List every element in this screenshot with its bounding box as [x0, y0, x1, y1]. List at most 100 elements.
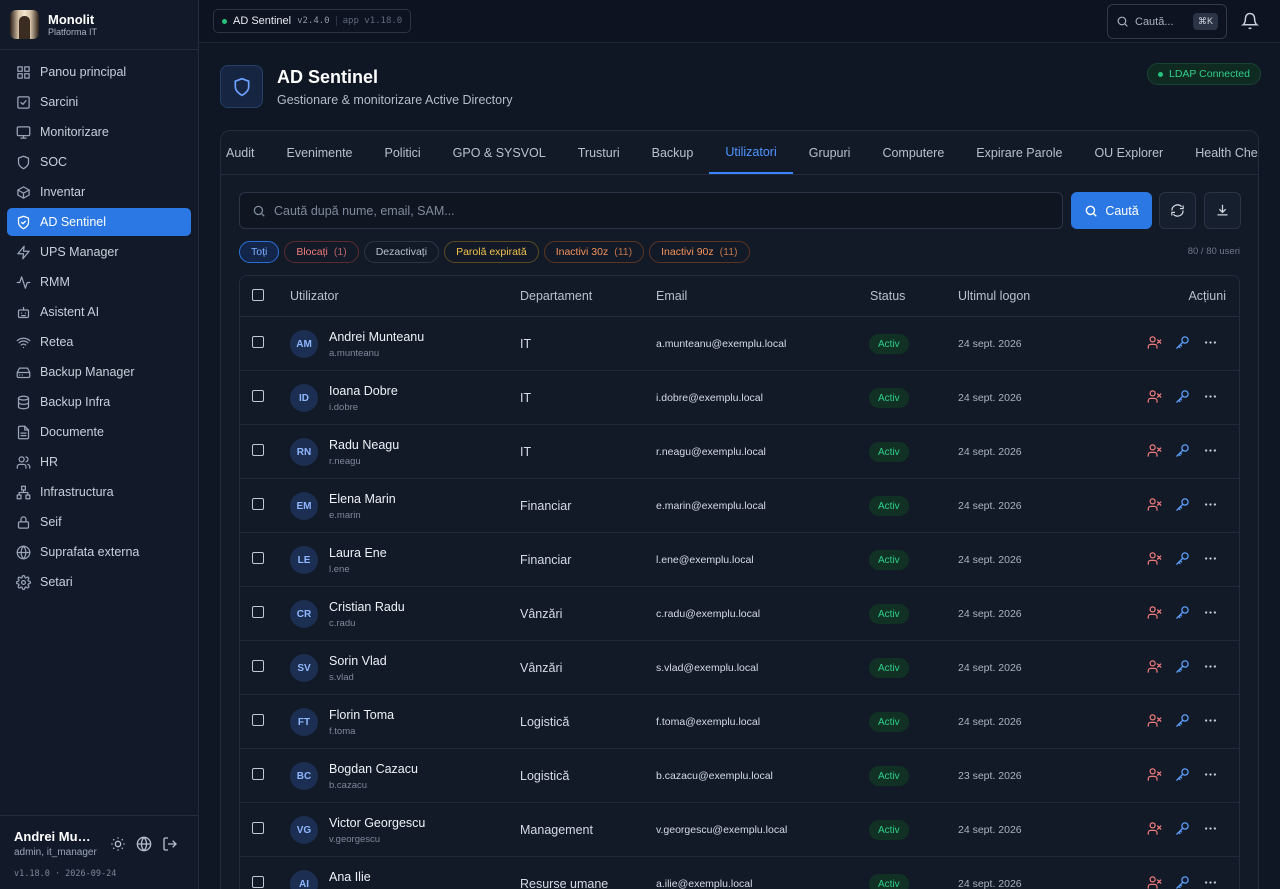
- user-display-name[interactable]: Ana Ilie: [329, 870, 371, 884]
- key-icon[interactable]: [1175, 767, 1191, 783]
- user-display-name[interactable]: Sorin Vlad: [329, 654, 387, 668]
- row-checkbox[interactable]: [252, 444, 264, 456]
- row-checkbox[interactable]: [252, 822, 264, 834]
- key-icon[interactable]: [1175, 335, 1191, 351]
- user-display-name[interactable]: Ioana Dobre: [329, 384, 398, 398]
- table-row[interactable]: LE Laura Ene l.ene Financiar l.ene@exemplu.l…: [240, 533, 1239, 587]
- user-disable-icon[interactable]: [1147, 875, 1163, 889]
- header-email[interactable]: Email: [656, 289, 687, 303]
- more-icon[interactable]: [1203, 551, 1219, 567]
- tab-ou-explorer[interactable]: OU Explorer: [1078, 131, 1179, 174]
- tab-utilizatori[interactable]: Utilizatori: [709, 131, 793, 174]
- row-checkbox[interactable]: [252, 390, 264, 402]
- sidebar-item-panou-principal[interactable]: Panou principal: [7, 58, 191, 86]
- more-icon[interactable]: [1203, 335, 1219, 351]
- table-row[interactable]: RN Radu Neagu r.neagu IT r.neagu@exemplu.loc…: [240, 425, 1239, 479]
- filter-chip-toti[interactable]: Toți: [239, 241, 280, 263]
- key-icon[interactable]: [1175, 551, 1191, 567]
- sidebar-item-ups-manager[interactable]: UPS Manager: [7, 238, 191, 266]
- more-icon[interactable]: [1203, 389, 1219, 405]
- tab-grupuri[interactable]: Grupuri: [793, 131, 867, 174]
- global-search-button[interactable]: Caută... ⌘K: [1107, 4, 1227, 39]
- filter-chip-dezactivati[interactable]: Dezactivați: [363, 241, 440, 263]
- user-display-name[interactable]: Andrei Munteanu: [329, 330, 424, 344]
- user-display-name[interactable]: Victor Georgescu: [329, 816, 425, 830]
- tab-expirare-parole[interactable]: Expirare Parole: [960, 131, 1078, 174]
- user-display-name[interactable]: Radu Neagu: [329, 438, 399, 452]
- header-department[interactable]: Departament: [520, 289, 592, 303]
- sidebar-item-suprafata-externa[interactable]: Suprafata externa: [7, 538, 191, 566]
- user-display-name[interactable]: Cristian Radu: [329, 600, 405, 614]
- more-icon[interactable]: [1203, 443, 1219, 459]
- select-all-checkbox[interactable]: [252, 289, 264, 301]
- key-icon[interactable]: [1175, 389, 1191, 405]
- user-display-name[interactable]: Florin Toma: [329, 708, 394, 722]
- user-disable-icon[interactable]: [1147, 605, 1163, 621]
- sidebar-item-retea[interactable]: Retea: [7, 328, 191, 356]
- table-row[interactable]: CR Cristian Radu c.radu Vânzări c.radu@exemp…: [240, 587, 1239, 641]
- filter-chip-inactivi-30z[interactable]: Inactivi 30z (11): [543, 241, 645, 263]
- filter-chip-inactivi-90z[interactable]: Inactivi 90z (11): [649, 241, 750, 263]
- row-checkbox[interactable]: [252, 552, 264, 564]
- table-row[interactable]: AIAna Iliea.ilieResurse umanea.ilie@exem…: [240, 857, 1239, 889]
- sidebar-item-rmm[interactable]: RMM: [7, 268, 191, 296]
- user-disable-icon[interactable]: [1147, 713, 1163, 729]
- user-disable-icon[interactable]: [1147, 497, 1163, 513]
- tab-politici[interactable]: Politici: [369, 131, 437, 174]
- table-row[interactable]: SV Sorin Vlad s.vlad Vânzări s.vlad@exemplu.…: [240, 641, 1239, 695]
- tab-backup[interactable]: Backup: [636, 131, 710, 174]
- row-checkbox[interactable]: [252, 714, 264, 726]
- key-icon[interactable]: [1175, 605, 1191, 621]
- table-row[interactable]: ID Ioana Dobre i.dobre IT i.dobre@exemplu.lo…: [240, 371, 1239, 425]
- header-status[interactable]: Status: [870, 289, 905, 303]
- refresh-button[interactable]: [1159, 192, 1196, 229]
- key-icon[interactable]: [1175, 659, 1191, 675]
- user-display-name[interactable]: Elena Marin: [329, 492, 396, 506]
- sidebar-item-inventar[interactable]: Inventar: [7, 178, 191, 206]
- user-display-name[interactable]: Laura Ene: [329, 546, 387, 560]
- brand[interactable]: Monolit Platforma IT: [0, 0, 198, 50]
- table-row[interactable]: AM Andrei Munteanu a.munteanu IT a.munteanu@…: [240, 317, 1239, 371]
- tab-trusturi[interactable]: Trusturi: [562, 131, 636, 174]
- table-row[interactable]: FT Florin Toma f.toma Logistică f.toma@exemp…: [240, 695, 1239, 749]
- sidebar-item-seif[interactable]: Seif: [7, 508, 191, 536]
- key-icon[interactable]: [1175, 821, 1191, 837]
- user-disable-icon[interactable]: [1147, 389, 1163, 405]
- key-icon[interactable]: [1175, 497, 1191, 513]
- search-button[interactable]: Caută: [1071, 192, 1152, 229]
- user-disable-icon[interactable]: [1147, 821, 1163, 837]
- globe-icon[interactable]: [136, 836, 152, 852]
- table-row[interactable]: BC Bogdan Cazacu b.cazacu Logistică b.cazacu…: [240, 749, 1239, 803]
- more-icon[interactable]: [1203, 497, 1219, 513]
- row-checkbox[interactable]: [252, 336, 264, 348]
- user-disable-icon[interactable]: [1147, 551, 1163, 567]
- header-user[interactable]: Utilizator: [290, 289, 339, 303]
- sidebar-item-backup-manager[interactable]: Backup Manager: [7, 358, 191, 386]
- sidebar-item-soc[interactable]: SOC: [7, 148, 191, 176]
- header-last-logon[interactable]: Ultimul logon: [958, 289, 1030, 303]
- key-icon[interactable]: [1175, 713, 1191, 729]
- key-icon[interactable]: [1175, 875, 1191, 889]
- sidebar-item-backup-infra[interactable]: Backup Infra: [7, 388, 191, 416]
- row-checkbox[interactable]: [252, 876, 264, 888]
- row-checkbox[interactable]: [252, 498, 264, 510]
- more-icon[interactable]: [1203, 659, 1219, 675]
- sidebar-item-asistent-ai[interactable]: Asistent AI: [7, 298, 191, 326]
- sidebar-item-documente[interactable]: Documente: [7, 418, 191, 446]
- filter-chip-blocati[interactable]: Blocați (1): [284, 241, 359, 263]
- tab-health-check[interactable]: Health Check: [1179, 131, 1258, 174]
- bell-icon[interactable]: [1241, 12, 1259, 30]
- more-icon[interactable]: [1203, 713, 1219, 729]
- table-row[interactable]: VG Victor Georgescu v.georgescu Management v…: [240, 803, 1239, 857]
- sidebar-item-setari[interactable]: Setari: [7, 568, 191, 596]
- more-icon[interactable]: [1203, 767, 1219, 783]
- more-icon[interactable]: [1203, 875, 1219, 889]
- sidebar-item-monitorizare[interactable]: Monitorizare: [7, 118, 191, 146]
- sidebar-item-ad-sentinel[interactable]: AD Sentinel: [7, 208, 191, 236]
- key-icon[interactable]: [1175, 443, 1191, 459]
- more-icon[interactable]: [1203, 605, 1219, 621]
- tab-audit[interactable]: Audit: [226, 131, 271, 174]
- sidebar-item-infrastructura[interactable]: Infrastructura: [7, 478, 191, 506]
- row-checkbox[interactable]: [252, 606, 264, 618]
- user-disable-icon[interactable]: [1147, 659, 1163, 675]
